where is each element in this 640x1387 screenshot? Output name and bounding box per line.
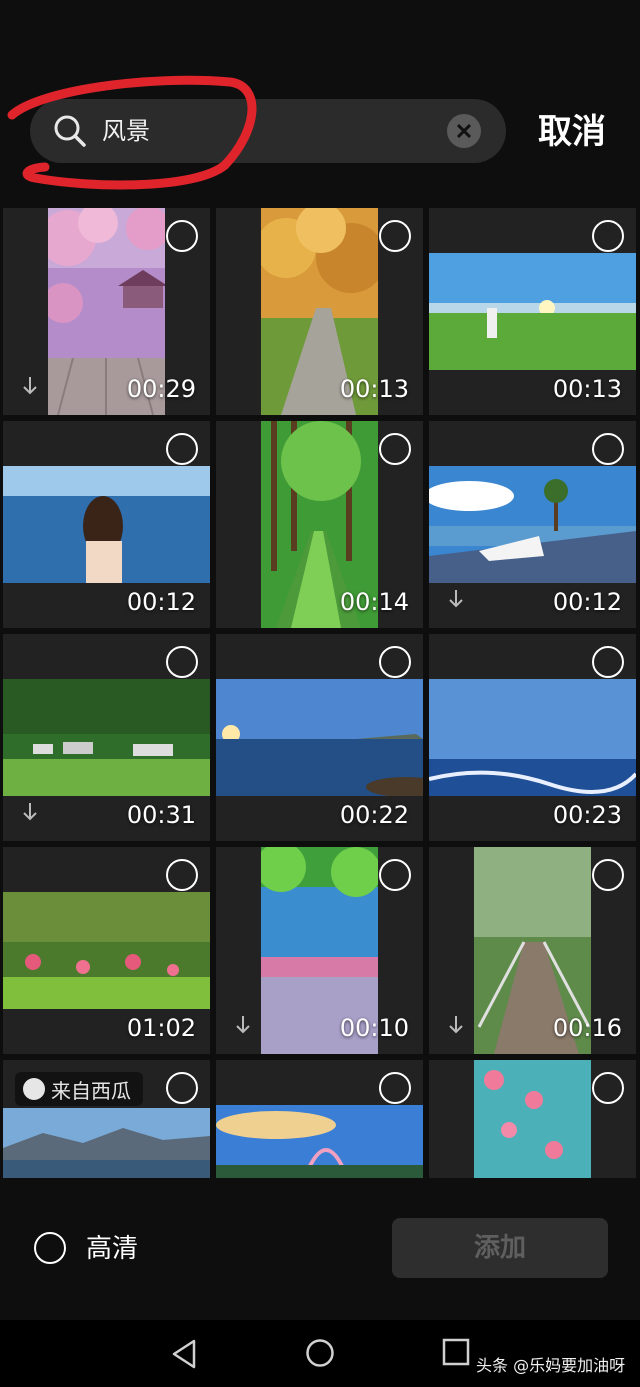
watermark: 头条 @乐妈要加油呀 — [476, 1356, 626, 1375]
video-tile[interactable]: 01:02 — [3, 847, 210, 1054]
video-thumbnail — [3, 892, 210, 1009]
home-nav-icon[interactable] — [305, 1338, 335, 1368]
download-icon — [449, 590, 463, 608]
duration-label: 00:14 — [339, 588, 409, 616]
video-tile[interactable]: 00:13 — [429, 208, 636, 415]
select-circle[interactable] — [592, 646, 624, 678]
duration-label: 00:29 — [126, 375, 196, 403]
select-circle[interactable] — [379, 433, 411, 465]
video-grid: 00:29 00:13 00:13 00:12 00:14 00:12 00:3… — [3, 208, 640, 1178]
source-badge-label: 来自西瓜 — [51, 1078, 131, 1103]
video-tile[interactable] — [216, 1060, 423, 1178]
back-nav-icon[interactable] — [170, 1338, 198, 1370]
select-circle[interactable] — [166, 646, 198, 678]
video-thumbnail — [216, 679, 423, 796]
select-circle[interactable] — [379, 646, 411, 678]
duration-label: 00:10 — [339, 1014, 409, 1042]
duration-label: 00:31 — [126, 801, 196, 829]
top-bar: 风景 取消 — [0, 0, 640, 205]
video-thumbnail — [429, 679, 636, 796]
video-tile[interactable]: 00:31 — [3, 634, 210, 841]
cancel-button[interactable]: 取消 — [538, 110, 606, 154]
download-icon — [449, 1016, 463, 1034]
video-tile[interactable]: 00:10 — [216, 847, 423, 1054]
duration-label: 00:12 — [126, 588, 196, 616]
duration-label: 00:13 — [552, 375, 622, 403]
video-tile[interactable]: 来自西瓜 — [3, 1060, 210, 1178]
video-tile[interactable]: 00:22 — [216, 634, 423, 841]
bottom-panel: 高清 添加 — [0, 1178, 640, 1320]
select-circle[interactable] — [166, 433, 198, 465]
download-icon — [23, 377, 37, 395]
video-thumbnail — [429, 253, 636, 370]
video-thumbnail — [474, 1060, 591, 1178]
hd-label: 高清 — [86, 1234, 139, 1264]
select-circle[interactable] — [166, 220, 198, 252]
hd-radio-button[interactable] — [34, 1232, 66, 1264]
duration-label: 00:12 — [552, 588, 622, 616]
video-thumbnail — [3, 1108, 210, 1178]
video-thumbnail — [216, 1105, 423, 1178]
video-tile[interactable] — [429, 1060, 636, 1178]
video-tile[interactable]: 00:12 — [3, 421, 210, 628]
clear-search-button[interactable] — [447, 114, 481, 148]
select-circle[interactable] — [379, 220, 411, 252]
select-circle[interactable] — [592, 859, 624, 891]
video-tile[interactable]: 00:29 — [3, 208, 210, 415]
duration-label: 00:13 — [339, 375, 409, 403]
duration-label: 00:16 — [552, 1014, 622, 1042]
video-tile[interactable]: 00:16 — [429, 847, 636, 1054]
video-thumbnail — [3, 679, 210, 796]
select-circle[interactable] — [166, 859, 198, 891]
video-thumbnail — [3, 466, 210, 583]
video-tile[interactable]: 00:12 — [429, 421, 636, 628]
select-circle[interactable] — [592, 1072, 624, 1104]
duration-label: 01:02 — [126, 1014, 196, 1042]
download-icon — [236, 1016, 250, 1034]
duration-label: 00:23 — [552, 801, 622, 829]
video-thumbnail — [429, 466, 636, 583]
recents-nav-icon[interactable] — [442, 1338, 470, 1366]
source-badge: 来自西瓜 — [15, 1072, 143, 1106]
select-circle[interactable] — [379, 1072, 411, 1104]
duration-label: 00:22 — [339, 801, 409, 829]
select-circle[interactable] — [592, 220, 624, 252]
add-button[interactable]: 添加 — [392, 1218, 608, 1278]
video-tile[interactable]: 00:13 — [216, 208, 423, 415]
video-tile[interactable]: 00:14 — [216, 421, 423, 628]
red-annotation-circle — [7, 75, 257, 190]
video-tile[interactable]: 00:23 — [429, 634, 636, 841]
select-circle[interactable] — [592, 433, 624, 465]
select-circle[interactable] — [379, 859, 411, 891]
xigua-logo-icon — [23, 1078, 45, 1100]
download-icon — [23, 803, 37, 821]
select-circle[interactable] — [166, 1072, 198, 1104]
close-icon — [456, 123, 472, 139]
